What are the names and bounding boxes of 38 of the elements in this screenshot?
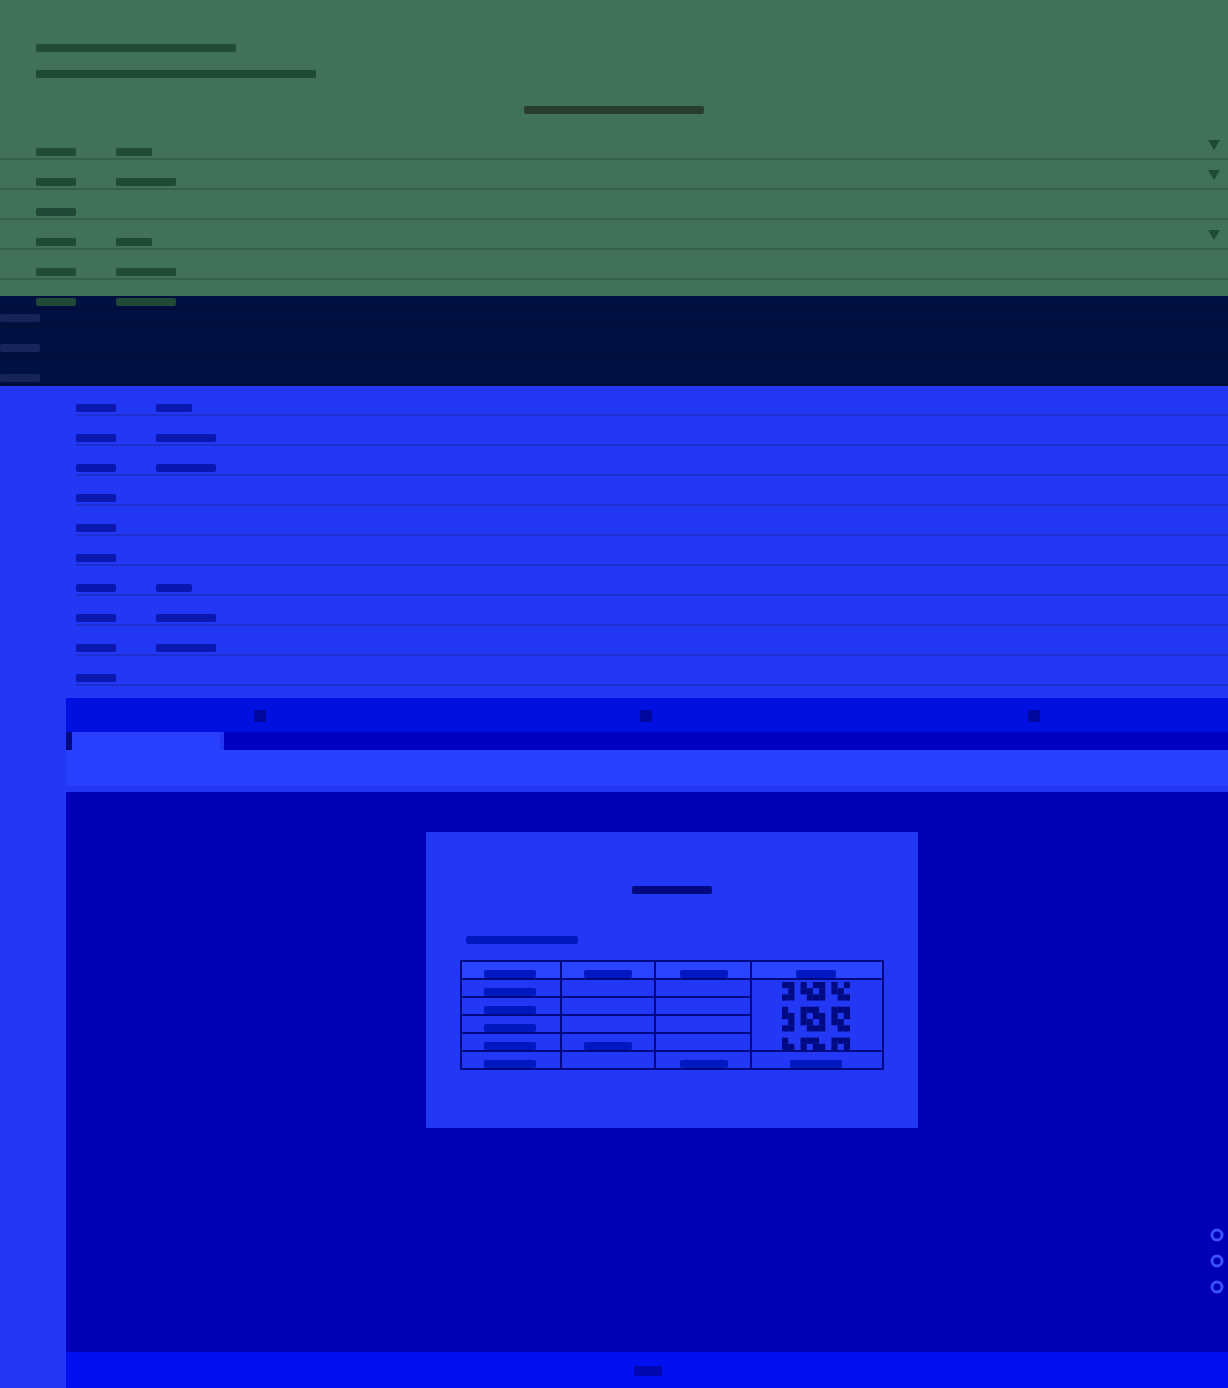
illegible-text: [76, 673, 116, 681]
tab[interactable]: [66, 730, 220, 750]
illegible-text: [76, 403, 116, 411]
illegible-text: [156, 643, 216, 651]
page-indicator[interactable]: [633, 1365, 661, 1375]
illegible-text: [484, 969, 537, 977]
illegible-text: [484, 1005, 537, 1013]
illegible-text: [484, 1059, 537, 1067]
illegible-text: [484, 987, 537, 995]
illegible-text: [584, 969, 633, 977]
illegible-text: [796, 969, 837, 977]
illegible-text: [76, 463, 116, 471]
illegible-text: [76, 493, 116, 501]
illegible-text: [584, 1041, 633, 1049]
illegible-text: [0, 313, 40, 321]
illegible-text: [76, 613, 116, 621]
illegible-text: [76, 523, 116, 531]
illegible-text: [790, 1059, 843, 1067]
illegible-text: [156, 463, 216, 471]
illegible-text: [76, 433, 116, 441]
illegible-text: [156, 403, 192, 411]
illegible-text: [76, 583, 116, 591]
dropdown-arrow-icon[interactable]: [1208, 140, 1220, 150]
illegible-text: [484, 1023, 537, 1031]
illegible-text: [465, 936, 577, 944]
illegible-text: [679, 969, 727, 977]
illegible-text: [631, 886, 711, 894]
illegible-text: [679, 1059, 727, 1067]
illegible-text: [156, 583, 192, 591]
illegible-text: [36, 297, 76, 305]
illegible-text: [484, 1041, 537, 1049]
illegible-text: [76, 553, 116, 561]
illegible-text: [156, 433, 216, 441]
illegible-text: [76, 643, 116, 651]
dropdown-arrow-icon[interactable]: [1208, 230, 1220, 240]
dropdown-arrow-icon[interactable]: [1208, 170, 1220, 180]
illegible-text: [156, 613, 216, 621]
illegible-text: [116, 297, 176, 305]
